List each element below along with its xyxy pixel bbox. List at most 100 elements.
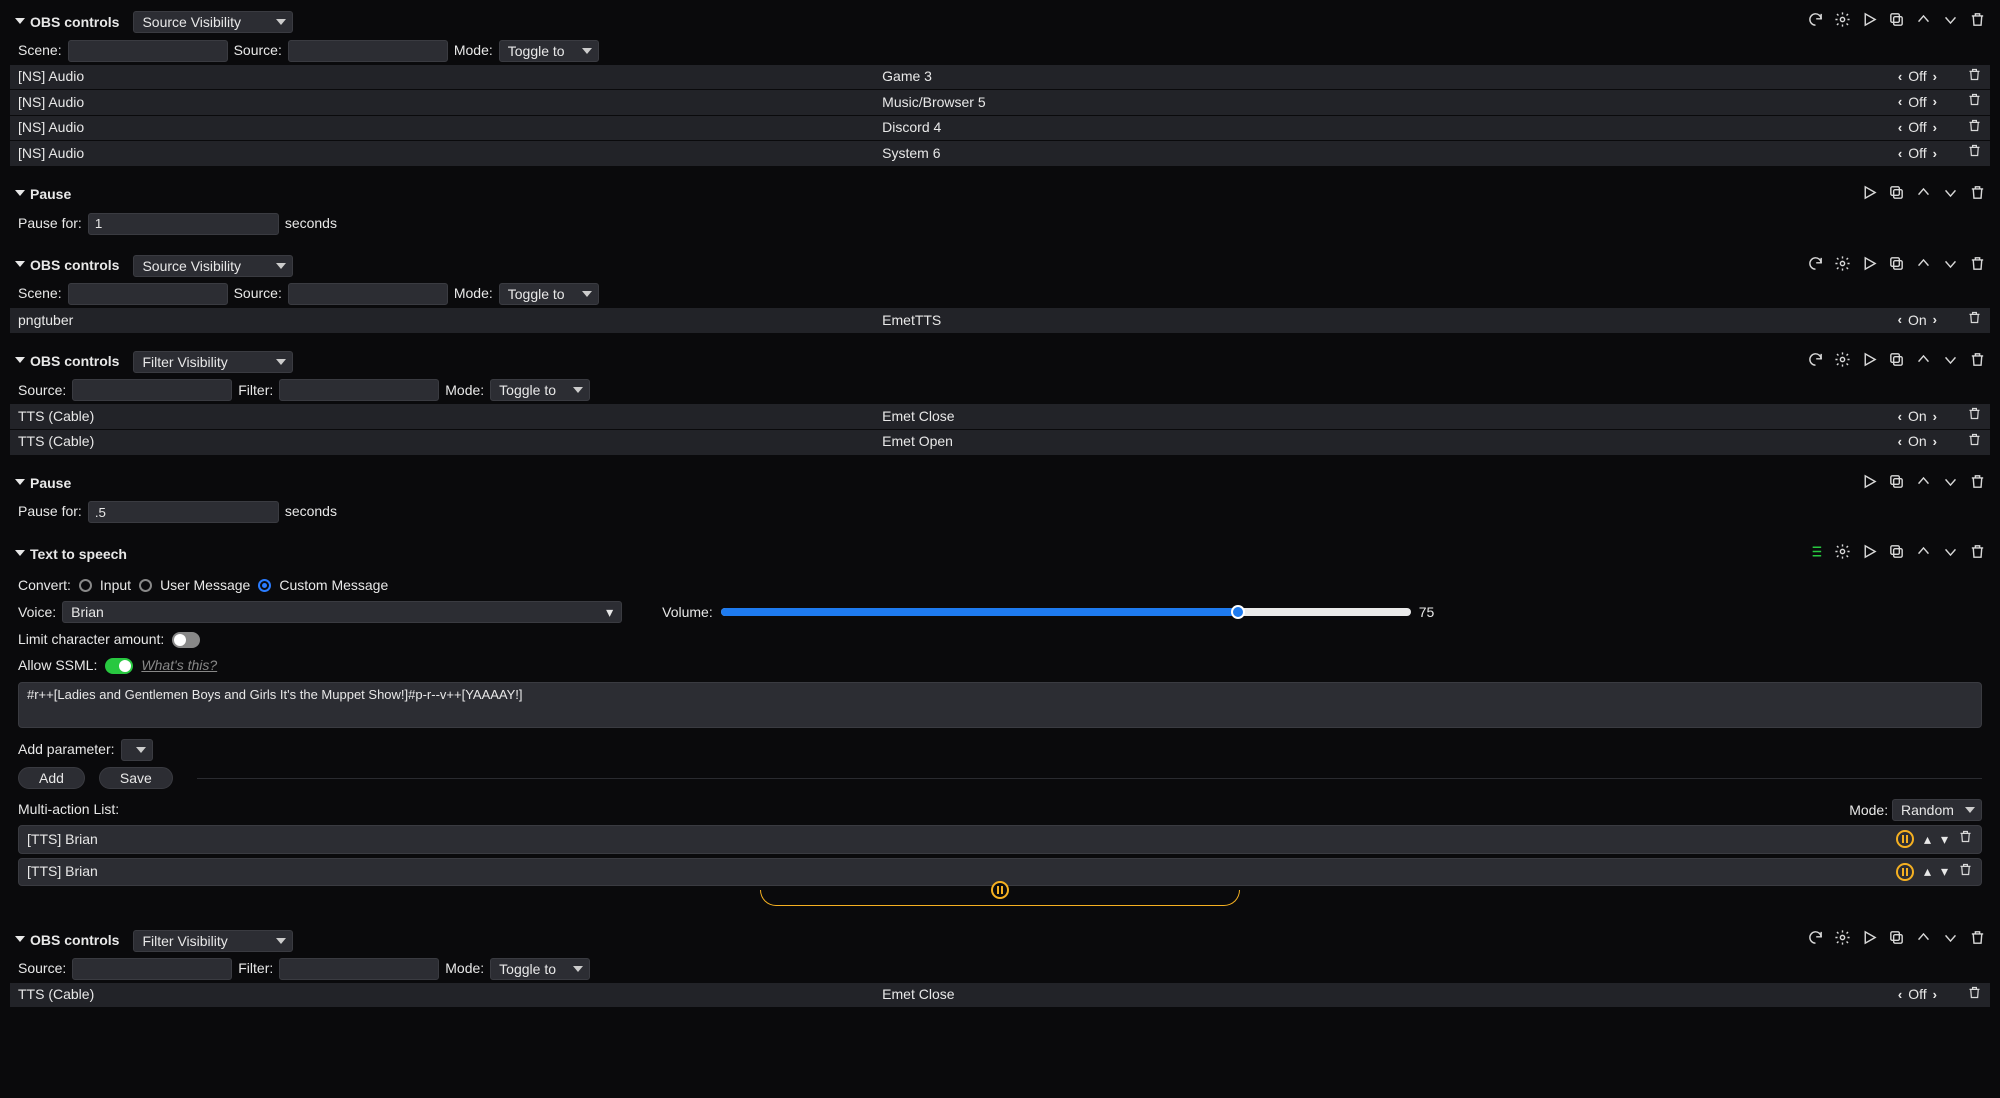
action-type-select[interactable]: Filter Visibility bbox=[133, 351, 293, 373]
chevron-left-icon[interactable]: ‹ bbox=[1898, 93, 1902, 111]
move-down-icon[interactable] bbox=[1942, 473, 1959, 496]
move-up-icon[interactable] bbox=[1915, 351, 1932, 374]
chevron-right-icon[interactable]: › bbox=[1933, 986, 1937, 1004]
add-param-select[interactable] bbox=[121, 739, 153, 761]
trash-icon[interactable] bbox=[1969, 543, 1986, 566]
move-up-icon[interactable] bbox=[1915, 473, 1932, 496]
trash-icon[interactable] bbox=[1967, 985, 1982, 1006]
play-icon[interactable] bbox=[1861, 255, 1878, 278]
mode-select[interactable]: Toggle to bbox=[499, 40, 599, 62]
radio-user-message[interactable] bbox=[139, 579, 152, 592]
move-down-icon[interactable] bbox=[1942, 255, 1959, 278]
move-up-icon[interactable] bbox=[1915, 184, 1932, 207]
chevron-left-icon[interactable]: ‹ bbox=[1898, 986, 1902, 1004]
move-down-icon[interactable] bbox=[1942, 184, 1959, 207]
gear-icon[interactable] bbox=[1834, 543, 1851, 566]
mode-select[interactable]: Toggle to bbox=[490, 379, 590, 401]
panel-toggle[interactable]: Pause bbox=[14, 474, 71, 494]
chevron-right-icon[interactable]: › bbox=[1933, 311, 1937, 329]
filter-select[interactable] bbox=[279, 379, 439, 401]
trash-icon[interactable] bbox=[1969, 184, 1986, 207]
gear-icon[interactable] bbox=[1834, 255, 1851, 278]
copy-icon[interactable] bbox=[1888, 184, 1905, 207]
mode-select[interactable]: Toggle to bbox=[499, 283, 599, 305]
chevron-left-icon[interactable]: ‹ bbox=[1898, 408, 1902, 426]
list-item[interactable]: [TTS] Brian ▴ ▾ bbox=[18, 825, 1982, 854]
insert-pause-bar[interactable] bbox=[760, 890, 1240, 906]
caret-up-icon[interactable]: ▴ bbox=[1924, 830, 1931, 850]
move-down-icon[interactable] bbox=[1942, 929, 1959, 952]
gear-icon[interactable] bbox=[1834, 11, 1851, 34]
trash-icon[interactable] bbox=[1969, 11, 1986, 34]
chevron-left-icon[interactable]: ‹ bbox=[1898, 145, 1902, 163]
trash-icon[interactable] bbox=[1969, 255, 1986, 278]
refresh-icon[interactable] bbox=[1807, 929, 1824, 952]
chevron-left-icon[interactable]: ‹ bbox=[1898, 119, 1902, 137]
move-down-icon[interactable] bbox=[1942, 11, 1959, 34]
source-select[interactable] bbox=[288, 40, 448, 62]
move-down-icon[interactable] bbox=[1942, 351, 1959, 374]
pause-duration-input[interactable] bbox=[88, 501, 279, 523]
refresh-icon[interactable] bbox=[1807, 351, 1824, 374]
row-state[interactable]: Off bbox=[1908, 985, 1926, 1005]
copy-icon[interactable] bbox=[1888, 929, 1905, 952]
chevron-left-icon[interactable]: ‹ bbox=[1898, 68, 1902, 86]
radio-custom-message[interactable] bbox=[258, 579, 271, 592]
trash-icon[interactable] bbox=[1967, 67, 1982, 88]
row-state[interactable]: Off bbox=[1908, 118, 1926, 138]
action-type-select[interactable]: Source Visibility bbox=[133, 255, 293, 277]
trash-icon[interactable] bbox=[1969, 473, 1986, 496]
play-icon[interactable] bbox=[1861, 543, 1878, 566]
panel-toggle[interactable]: OBS controls bbox=[14, 13, 119, 33]
row-state[interactable]: On bbox=[1908, 311, 1927, 331]
trash-icon[interactable] bbox=[1967, 92, 1982, 113]
move-up-icon[interactable] bbox=[1915, 255, 1932, 278]
chevron-left-icon[interactable]: ‹ bbox=[1898, 311, 1902, 329]
filter-select[interactable] bbox=[279, 958, 439, 980]
source-select[interactable] bbox=[72, 958, 232, 980]
trash-icon[interactable] bbox=[1958, 829, 1973, 850]
trash-icon[interactable] bbox=[1967, 432, 1982, 453]
list-icon[interactable] bbox=[1807, 543, 1824, 566]
gear-icon[interactable] bbox=[1834, 929, 1851, 952]
list-mode-select[interactable]: Random bbox=[1892, 799, 1982, 821]
limit-chars-toggle[interactable] bbox=[172, 632, 200, 648]
trash-icon[interactable] bbox=[1967, 310, 1982, 331]
play-icon[interactable] bbox=[1861, 929, 1878, 952]
copy-icon[interactable] bbox=[1888, 543, 1905, 566]
panel-toggle[interactable]: Pause bbox=[14, 185, 71, 205]
play-icon[interactable] bbox=[1861, 184, 1878, 207]
play-icon[interactable] bbox=[1861, 351, 1878, 374]
panel-toggle[interactable]: OBS controls bbox=[14, 256, 119, 276]
refresh-icon[interactable] bbox=[1807, 11, 1824, 34]
mode-select[interactable]: Toggle to bbox=[490, 958, 590, 980]
scene-select[interactable] bbox=[68, 40, 228, 62]
pause-icon[interactable] bbox=[1896, 863, 1914, 881]
panel-toggle[interactable]: OBS controls bbox=[14, 931, 119, 951]
voice-select[interactable]: Brian ▾ bbox=[62, 601, 622, 623]
panel-toggle[interactable]: OBS controls bbox=[14, 352, 119, 372]
move-down-icon[interactable] bbox=[1942, 543, 1959, 566]
caret-up-icon[interactable]: ▴ bbox=[1924, 862, 1931, 882]
tts-message-textarea[interactable] bbox=[18, 682, 1982, 728]
copy-icon[interactable] bbox=[1888, 473, 1905, 496]
caret-down-icon[interactable]: ▾ bbox=[1941, 830, 1948, 850]
refresh-icon[interactable] bbox=[1807, 255, 1824, 278]
add-button[interactable]: Add bbox=[18, 767, 85, 789]
row-state[interactable]: On bbox=[1908, 432, 1927, 452]
chevron-right-icon[interactable]: › bbox=[1933, 145, 1937, 163]
move-up-icon[interactable] bbox=[1915, 11, 1932, 34]
chevron-right-icon[interactable]: › bbox=[1933, 119, 1937, 137]
chevron-right-icon[interactable]: › bbox=[1933, 93, 1937, 111]
play-icon[interactable] bbox=[1861, 11, 1878, 34]
scene-select[interactable] bbox=[68, 283, 228, 305]
allow-ssml-toggle[interactable] bbox=[105, 658, 133, 674]
chevron-left-icon[interactable]: ‹ bbox=[1898, 433, 1902, 451]
copy-icon[interactable] bbox=[1888, 11, 1905, 34]
trash-icon[interactable] bbox=[1969, 351, 1986, 374]
save-button[interactable]: Save bbox=[99, 767, 173, 789]
trash-icon[interactable] bbox=[1967, 143, 1982, 164]
chevron-right-icon[interactable]: › bbox=[1933, 68, 1937, 86]
source-select[interactable] bbox=[72, 379, 232, 401]
move-up-icon[interactable] bbox=[1915, 929, 1932, 952]
